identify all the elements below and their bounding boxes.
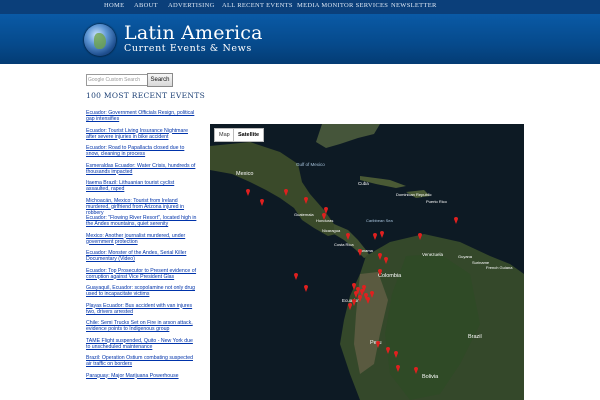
event-link[interactable]: Brazil: Operation Ostium combating suspe… [86, 355, 198, 373]
map-label: Caribbean Sea [366, 218, 393, 223]
event-link[interactable]: Ecuador: Tourist Living Insurance Nightm… [86, 128, 198, 146]
map-label: Bolivia [422, 374, 439, 380]
map-type-map-button[interactable]: Map [214, 128, 235, 142]
nav-all-recent-events[interactable]: ALL RECENT EVENTS [222, 2, 293, 9]
map-type-satellite-button[interactable]: Satellite [233, 128, 265, 142]
event-link[interactable]: Ecuador: Top Prosecutor to Present evide… [86, 268, 198, 286]
map-label: Dominican Republic [396, 192, 432, 197]
event-link[interactable]: Chile: Semi Trucks Set on Fire in arson … [86, 320, 198, 338]
event-link[interactable]: Michoacán, Mexico: Tourist from Ireland … [86, 198, 198, 215]
event-link[interactable]: Mexico: Another journalist murdered, und… [86, 233, 198, 251]
map-label: Costa Rica [334, 242, 354, 247]
map-label: Honduras [316, 218, 333, 223]
nav-newsletter[interactable]: NEWSLETTER [391, 2, 437, 9]
event-link[interactable]: TAME Flight suspended, Quito - New York … [86, 338, 198, 356]
recent-events-list: Ecuador: Government Officials Resign, po… [86, 110, 198, 390]
map-label: Ecuador [342, 298, 359, 303]
event-link[interactable]: Ecuador: Road to Papallacta closed due t… [86, 145, 198, 163]
map-label: Colombia [378, 273, 402, 279]
map-label: Nicaragua [322, 228, 341, 233]
search-button[interactable]: Search [147, 73, 173, 87]
map-label: Gulf of Mexico [296, 162, 325, 167]
top-navigation: HOME ABOUT ADVERTISING ALL RECENT EVENTS… [0, 0, 600, 14]
nav-about[interactable]: ABOUT [134, 2, 158, 9]
nav-media-monitor-services[interactable]: MEDIA MONITOR SERVICES [297, 2, 388, 9]
map-label: Mexico [236, 171, 253, 177]
event-link[interactable]: Playas Ecuador: Bus accident with van in… [86, 303, 198, 321]
site-title[interactable]: Latin America [124, 22, 263, 44]
map-label: Venezuela [422, 252, 444, 257]
event-link[interactable]: Itaema Brazil: Lithuanian tourist cyclis… [86, 180, 198, 198]
map-label: Cuba [358, 181, 369, 186]
event-link[interactable]: Paraguay: Major Marijuana Powerhouse [86, 373, 198, 391]
map-label: Puerto Rico [426, 199, 448, 204]
map-label: Guatemala [294, 212, 314, 217]
map-label: French Guiana [486, 265, 513, 270]
event-link[interactable]: Ecuador: Monster of the Andes, Serial Ki… [86, 250, 198, 268]
map-canvas[interactable]: Mexico Gulf of Mexico Cuba Dominican Rep… [210, 124, 524, 400]
event-link[interactable]: Guayaquil, Ecuador: scopolamine not only… [86, 285, 198, 303]
event-link[interactable]: Ecuador: "Flowing River Resort", located… [86, 215, 198, 233]
site-subtitle: Current Events & News [124, 43, 252, 54]
search-input[interactable]: Google Custom Search [86, 74, 150, 86]
events-map[interactable]: Mexico Gulf of Mexico Cuba Dominican Rep… [210, 124, 524, 400]
nav-advertising[interactable]: ADVERTISING [168, 2, 215, 9]
recent-events-heading: 100 MOST RECENT EVENTS [86, 91, 206, 100]
event-link[interactable]: Esmeraldas Ecuador: Water Crisis, hundre… [86, 163, 198, 181]
nav-home[interactable]: HOME [104, 2, 124, 9]
map-label: Brazil [468, 334, 482, 340]
event-link[interactable]: Ecuador: Government Officials Resign, po… [86, 110, 198, 128]
map-label: Guyana [458, 254, 473, 259]
globe-land-shape [94, 33, 106, 49]
